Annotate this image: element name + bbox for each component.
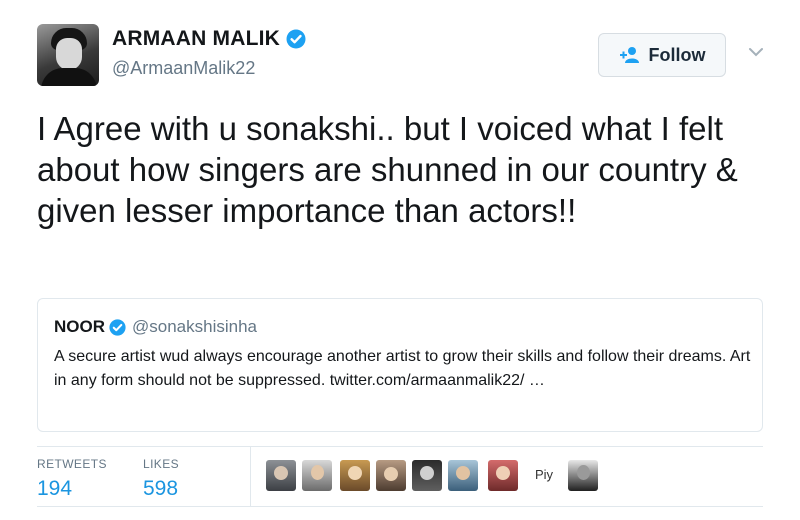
author-handle[interactable]: @ArmaanMalik22 [112,58,255,79]
likes-count: 598 [143,477,179,500]
liker-avatar[interactable] [568,460,598,491]
avatar[interactable] [37,24,99,86]
retweets-label: RETWEETS [37,457,107,471]
quoted-tweet-text: A secure artist wud always encourage ano… [54,348,751,389]
follow-user-icon [619,47,639,63]
quoted-author-name: NOOR [54,317,105,336]
divider [37,506,763,507]
chevron-down-icon[interactable] [746,42,766,62]
stats-separator [250,446,251,506]
liker-avatar[interactable] [266,460,296,491]
liker-avatar[interactable] [412,460,442,491]
retweets-count: 194 [37,477,73,500]
retweets-stat[interactable]: RETWEETS 194 [37,457,107,501]
author-display-name[interactable]: ARMAAN MALIK [112,27,280,51]
tweet-text: I Agree with u sonakshi.. but I voiced w… [37,110,738,229]
quoted-author-handle: @sonakshisinha [132,317,257,336]
liker-avatar[interactable] [488,460,518,491]
likes-stat[interactable]: LIKES 598 [143,457,179,501]
liker-partial-name: Piy [535,467,554,482]
verified-badge-icon [109,318,126,336]
follow-button-label: Follow [648,44,706,65]
follow-button[interactable]: Follow [598,33,726,77]
liker-avatar[interactable] [302,460,332,491]
quoted-tweet[interactable]: NOOR @sonakshisinha A secure artist wud … [37,298,763,432]
quoted-tweet-header: NOOR @sonakshisinha [54,317,257,337]
liker-avatar[interactable] [376,460,406,491]
divider [37,446,763,447]
likes-label: LIKES [143,457,180,471]
author-name-row: ARMAAN MALIK [112,27,306,51]
verified-badge-icon [286,29,306,49]
liker-avatar[interactable] [340,460,370,491]
liker-avatar[interactable] [448,460,478,491]
